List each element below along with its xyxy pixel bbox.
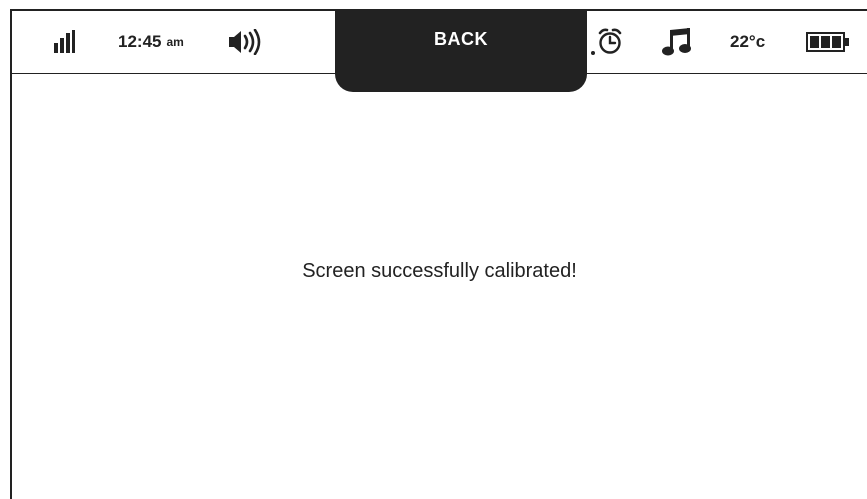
back-button-label: BACK — [434, 29, 488, 49]
alarm-icon[interactable] — [590, 11, 624, 73]
volume-icon[interactable] — [228, 11, 264, 73]
device-screen: 12:45 am BACK 22°c Screen successfully c… — [10, 9, 867, 499]
temperature-value: 22°c — [730, 32, 766, 51]
signal-icon — [53, 11, 77, 73]
music-icon[interactable] — [662, 11, 694, 73]
status-bar: 12:45 am BACK 22°c — [12, 9, 867, 92]
clock-time: 12:45 — [118, 32, 162, 51]
back-button[interactable]: BACK — [335, 9, 587, 92]
temperature: 22°c — [730, 11, 765, 73]
calibration-message: Screen successfully calibrated! — [302, 260, 577, 282]
clock-ampm: am — [166, 35, 184, 49]
battery-icon — [806, 11, 850, 73]
clock: 12:45 am — [118, 11, 184, 73]
